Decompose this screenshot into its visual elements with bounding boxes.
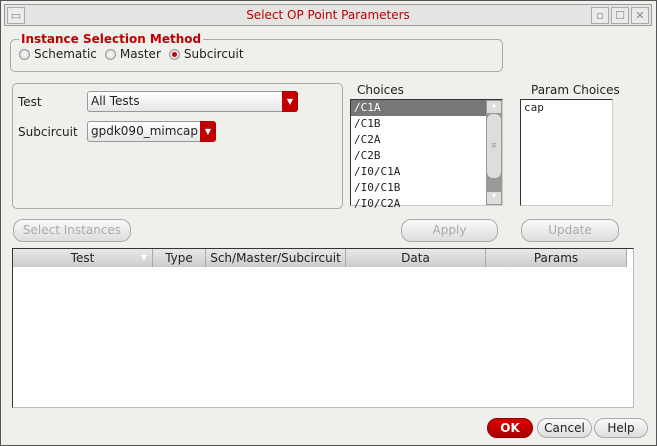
list-item[interactable]: /C2A — [351, 132, 502, 148]
list-item[interactable]: /I0/C2A — [351, 196, 502, 212]
update-button[interactable]: Update — [521, 219, 619, 242]
maximize-icon[interactable]: ☐ — [611, 7, 629, 24]
scroll-thumb[interactable]: ≡ — [487, 114, 501, 178]
radio-master[interactable]: Master — [104, 47, 161, 61]
instance-selection-legend: Instance Selection Method — [19, 32, 204, 46]
radio-label: Master — [119, 47, 161, 61]
scroll-down-icon[interactable]: ▼ — [487, 192, 501, 204]
select-instances-button[interactable]: Select Instances — [13, 219, 131, 242]
param-choices-label: Param Choices — [531, 83, 620, 97]
apply-button[interactable]: Apply — [401, 219, 498, 242]
window-title: Select OP Point Parameters — [246, 8, 410, 22]
subcircuit-dropdown[interactable]: gpdk090_mimcap ▼ — [87, 121, 216, 142]
column-label: Test — [70, 251, 95, 265]
cancel-button[interactable]: Cancel — [537, 418, 592, 438]
list-item[interactable]: /I0/C1A — [351, 164, 502, 180]
test-label: Test — [18, 95, 42, 109]
list-item[interactable]: /I0/C1B — [351, 180, 502, 196]
list-item[interactable]: /C2B — [351, 148, 502, 164]
ok-button[interactable]: OK — [487, 418, 533, 438]
list-item[interactable]: cap — [521, 100, 612, 116]
table-header: Test ▼ Type Sch/Master/Subcircuit Data Pa… — [13, 249, 627, 267]
choices-list[interactable]: /C1A /C1B /C2A /C2B /I0/C1A /I0/C1B /I0/… — [350, 99, 503, 210]
close-icon[interactable]: ✕ — [631, 7, 649, 24]
column-header-test[interactable]: Test ▼ — [13, 249, 153, 267]
test-dropdown[interactable]: All Tests ▼ — [87, 91, 298, 112]
column-header-params[interactable]: Params — [486, 249, 627, 267]
minimize-icon[interactable]: ▫ — [591, 7, 609, 24]
column-header-sch-master-subcircuit[interactable]: Sch/Master/Subcircuit — [206, 249, 346, 267]
selection-method-radios: Schematic Master Subcircuit — [19, 47, 252, 61]
radio-icon — [104, 48, 116, 60]
radio-icon — [19, 48, 30, 60]
help-button[interactable]: Help — [594, 418, 648, 438]
radio-subcircuit[interactable]: Subcircuit — [168, 47, 244, 61]
column-header-type[interactable]: Type — [153, 249, 206, 267]
radio-schematic[interactable]: Schematic — [19, 47, 97, 61]
chevron-down-icon: ▼ — [200, 121, 216, 142]
subcircuit-value: gpdk090_mimcap — [91, 124, 198, 138]
radio-label: Subcircuit — [183, 47, 244, 61]
instances-table[interactable]: Test ▼ Type Sch/Master/Subcircuit Data Pa… — [12, 248, 634, 408]
choices-label: Choices — [357, 83, 404, 97]
scroll-up-icon[interactable]: ▲ — [487, 101, 501, 113]
list-item[interactable]: /C1B — [351, 116, 502, 132]
radio-selected-icon — [168, 48, 180, 60]
list-item[interactable]: /C1A — [351, 100, 486, 116]
instance-selection-group: Instance Selection Method Schematic Mast… — [10, 32, 503, 72]
subcircuit-label: Subcircuit — [18, 125, 78, 139]
column-header-data[interactable]: Data — [346, 249, 486, 267]
test-value: All Tests — [91, 94, 140, 108]
param-choices-list[interactable]: cap — [520, 99, 613, 206]
sort-icon: ▼ — [140, 253, 147, 262]
scrollbar[interactable]: ▲ ≡ ▼ — [486, 100, 502, 205]
chevron-down-icon: ▼ — [282, 91, 298, 112]
radio-label: Schematic — [34, 47, 97, 61]
title-bar[interactable]: ▭ Select OP Point Parameters ▫ ☐ ✕ — [4, 4, 652, 26]
